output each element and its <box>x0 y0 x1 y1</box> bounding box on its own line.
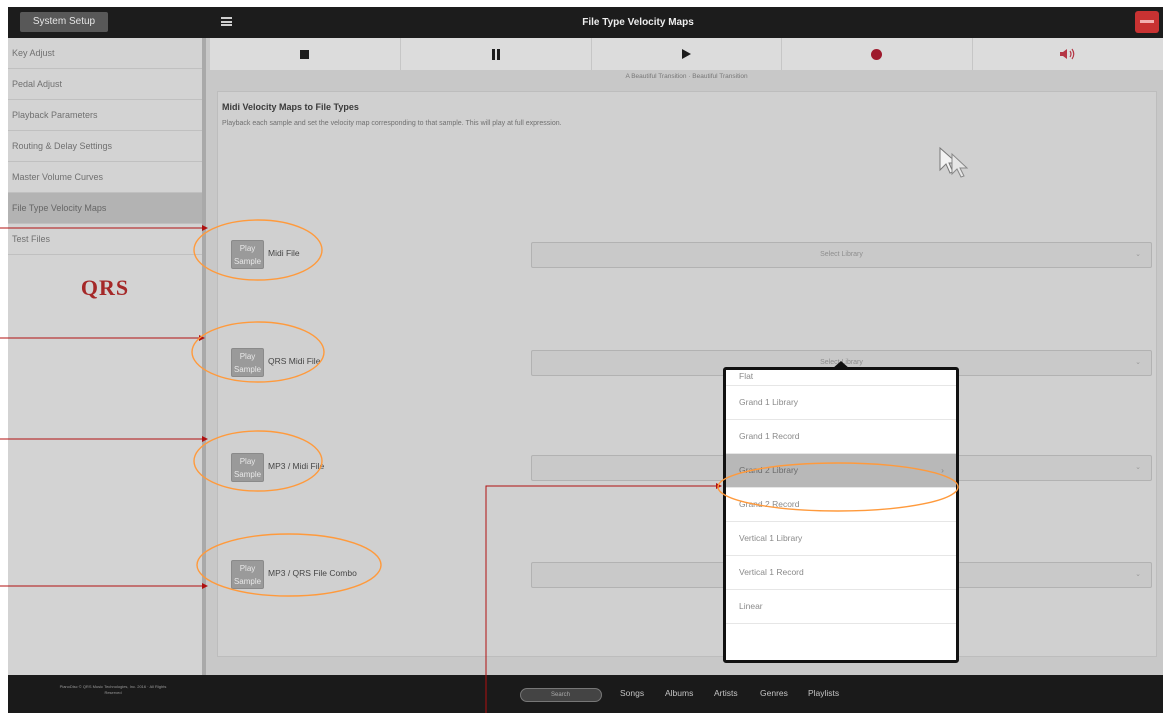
chevron-down-icon: ⌄ <box>1135 571 1141 578</box>
sidebar-item-key-adjust[interactable]: Key Adjust <box>8 38 202 69</box>
file-type-row: Play Sample QRS Midi File Select Library… <box>218 348 1158 380</box>
menu-icon[interactable] <box>221 17 232 26</box>
dropdown-option[interactable]: Linear <box>726 590 956 624</box>
dropdown-option[interactable]: Flat <box>726 370 956 386</box>
file-type-label: Midi File <box>268 248 300 258</box>
chevron-down-icon: ⌄ <box>1135 359 1141 366</box>
nav-albums[interactable]: Albums <box>665 688 693 698</box>
velocity-maps-panel: Midi Velocity Maps to File Types Playbac… <box>217 91 1157 657</box>
chevron-down-icon: ⌄ <box>1135 251 1141 258</box>
record-button[interactable] <box>782 38 974 70</box>
qrs-logo: QRS <box>80 275 130 300</box>
record-icon <box>871 49 883 60</box>
now-playing-status: A Beautiful Transition · Beautiful Trans… <box>625 73 748 80</box>
dropdown-option[interactable]: Grand 1 Record <box>726 420 956 454</box>
dropdown-option[interactable]: Vertical 1 Record <box>726 556 956 590</box>
close-icon[interactable] <box>1135 11 1159 33</box>
sidebar-item-master-volume[interactable]: Master Volume Curves <box>8 162 202 193</box>
file-type-label: MP3 / QRS File Combo <box>268 568 357 578</box>
pause-icon <box>491 49 501 60</box>
section-description: Playback each sample and set the velocit… <box>222 120 562 127</box>
dropdown-option-label: Grand 2 Library <box>739 465 799 475</box>
file-type-row: Play Sample Midi File Select Library ⌄ <box>218 240 1158 272</box>
dropdown-option-selected[interactable]: Grand 2 Library › <box>726 454 956 488</box>
sidebar-item-playback-parameters[interactable]: Playback Parameters <box>8 100 202 131</box>
copyright-text: PianoDisc © QRS Music Technologies, Inc.… <box>59 684 167 695</box>
velocity-map-select[interactable]: Select Library ⌄ <box>531 242 1152 268</box>
transport-bar <box>210 38 1163 70</box>
play-sample-button[interactable]: Play Sample <box>231 453 264 482</box>
top-bar: System Setup File Type Velocity Maps <box>8 7 1163 38</box>
chevron-right-icon: › <box>941 465 944 475</box>
page-title: File Type Velocity Maps <box>582 17 694 28</box>
sidebar-item-pedal-adjust[interactable]: Pedal Adjust <box>8 69 202 100</box>
select-value: Select Library <box>820 251 863 258</box>
nav-songs[interactable]: Songs <box>620 688 644 698</box>
dropdown-option[interactable]: Vertical 1 Library <box>726 522 956 556</box>
dropdown-option[interactable]: Grand 2 Record <box>726 488 956 522</box>
pause-button[interactable] <box>401 38 592 70</box>
dropdown-option[interactable]: Grand 1 Library <box>726 386 956 420</box>
file-type-label: MP3 / Midi File <box>268 461 325 471</box>
stop-button[interactable] <box>210 38 401 70</box>
chevron-down-icon: ⌄ <box>1135 464 1141 471</box>
cursor-icon <box>939 146 969 178</box>
file-type-label: QRS Midi File <box>268 356 321 366</box>
app-window: System Setup File Type Velocity Maps Key… <box>8 7 1163 713</box>
volume-button[interactable] <box>973 38 1163 70</box>
play-sample-button[interactable]: Play Sample <box>231 348 264 377</box>
sidebar-item-velocity-maps[interactable]: File Type Velocity Maps <box>8 193 202 224</box>
nav-genres[interactable]: Genres <box>760 688 788 698</box>
play-sample-button[interactable]: Play Sample <box>231 560 264 589</box>
search-input[interactable]: Search <box>520 688 602 702</box>
nav-playlists[interactable]: Playlists <box>808 688 839 698</box>
nav-artists[interactable]: Artists <box>714 688 738 698</box>
play-button[interactable] <box>592 38 783 70</box>
speaker-icon <box>1060 48 1075 60</box>
sidebar-item-routing-delay[interactable]: Routing & Delay Settings <box>8 131 202 162</box>
file-type-row: Play Sample MP3 / QRS File Combo ⌄ <box>218 560 1158 592</box>
velocity-map-dropdown: Flat Grand 1 Library Grand 1 Record Gran… <box>723 367 959 663</box>
stop-icon <box>299 50 309 59</box>
section-title: Midi Velocity Maps to File Types <box>222 102 359 112</box>
sidebar-item-test-files[interactable]: Test Files <box>8 224 202 255</box>
play-icon <box>682 49 692 59</box>
sidebar: Key Adjust Pedal Adjust Playback Paramet… <box>8 38 206 675</box>
bottom-bar: PianoDisc © QRS Music Technologies, Inc.… <box>8 675 1163 713</box>
play-sample-button[interactable]: Play Sample <box>231 240 264 269</box>
system-setup-button[interactable]: System Setup <box>20 12 108 32</box>
file-type-row: Play Sample MP3 / Midi File ⌄ <box>218 453 1158 485</box>
